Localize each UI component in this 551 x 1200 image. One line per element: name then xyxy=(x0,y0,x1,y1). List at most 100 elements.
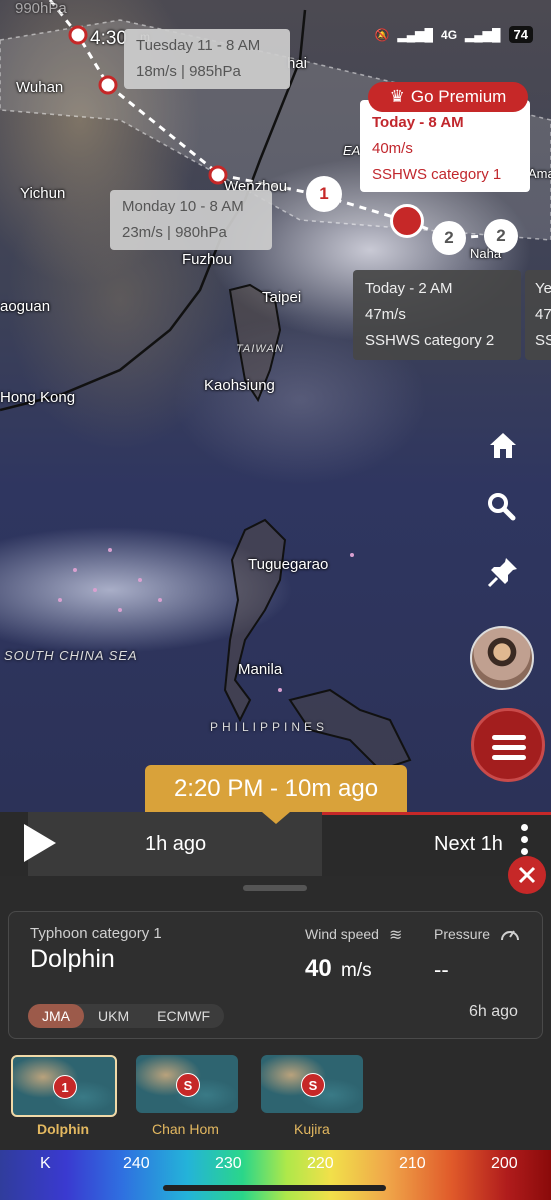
tooltip-today-8am-wind: 40m/s xyxy=(372,140,413,157)
storm-category-label: Typhoon category 1 xyxy=(30,925,162,942)
top-cut-text: 990hPa xyxy=(15,0,67,17)
home-button[interactable] xyxy=(486,428,528,470)
timeline-past-label: 1h ago xyxy=(145,833,207,855)
time-pointer xyxy=(262,812,290,824)
wind-icon: ≋ xyxy=(389,927,403,944)
model-tab-jma[interactable]: JMA xyxy=(28,1004,84,1028)
tooltip-yesterday: Ye 47 SS xyxy=(525,270,551,360)
legend-tick-210: 210 xyxy=(399,1155,426,1172)
region-taiwan: TAIWAN xyxy=(236,343,284,355)
close-button[interactable] xyxy=(508,856,546,894)
pressure-value: -- xyxy=(434,957,449,982)
home-icon xyxy=(490,433,516,458)
region-east-china-sea: EA xyxy=(343,143,361,158)
storm-badge-cat2-b[interactable]: 2 xyxy=(484,219,518,253)
city-fuzhou: Fuzhou xyxy=(182,251,233,268)
updated-time: 6h ago xyxy=(469,1003,518,1020)
pin-button[interactable] xyxy=(486,555,528,597)
more-options-icon[interactable] xyxy=(518,824,530,860)
model-tab-ecmwf[interactable]: ECMWF xyxy=(143,1004,224,1028)
storm-thumb-chan-hom[interactable]: S xyxy=(136,1055,238,1113)
model-selector: JMA UKM ECMWF xyxy=(28,1004,225,1028)
storm-current-position-icon[interactable] xyxy=(390,204,424,238)
city-taipei: Taipei xyxy=(262,289,302,306)
play-button[interactable] xyxy=(24,824,56,862)
legend-tick-230: 230 xyxy=(215,1155,242,1172)
storm-name-dolphin[interactable]: Dolphin xyxy=(37,1121,89,1137)
storm-name: Dolphin xyxy=(30,945,115,973)
pin-icon xyxy=(487,558,517,588)
tooltip-yesterday-title: Ye xyxy=(535,280,551,297)
region-philippines: PHILIPPINES xyxy=(210,720,329,734)
timeline-next-label: Next 1h xyxy=(434,833,503,855)
wind-speed-value: 40 xyxy=(305,955,332,982)
wind-speed-unit: m/s xyxy=(341,960,372,981)
sheet-drag-handle[interactable] xyxy=(243,885,307,891)
battery-level: 74 xyxy=(508,26,533,43)
current-time-label: 2:20 PM - 10m ago xyxy=(145,765,407,813)
tooltip-today-2am: Today - 2 AM 47m/s SSHWS category 2 xyxy=(353,270,521,360)
city-kaohsiung: Kaohsiung xyxy=(204,377,275,394)
temperature-legend: K 240 230 220 210 200 xyxy=(0,1150,551,1200)
network-type: 4G xyxy=(441,27,458,42)
legend-tick-200: 200 xyxy=(491,1155,518,1172)
tooltip-tuesday-detail: 18m/s | 985hPa xyxy=(136,63,241,80)
tooltip-today-2am-wind: 47m/s xyxy=(365,306,406,323)
search-icon xyxy=(488,493,516,521)
legend-unit: K xyxy=(40,1155,51,1172)
storm-badge-cat2-a[interactable]: 2 xyxy=(432,221,466,255)
tooltip-monday-title: Monday 10 - 8 AM xyxy=(122,198,244,215)
storm-badge-cat1[interactable]: 1 xyxy=(306,176,342,212)
go-premium-label: Go Premium xyxy=(410,87,507,106)
city-shaoguan: aoguan xyxy=(0,298,51,315)
gauge-icon xyxy=(501,930,519,941)
tooltip-yesterday-wind: 47 xyxy=(535,306,551,323)
weather-map[interactable]: 990hPa 4:30 m Wuhan Yichun aoguan Hong K… xyxy=(0,0,551,812)
tooltip-today-2am-category: SSHWS category 2 xyxy=(365,332,495,349)
tooltip-today-8am-title: Today - 8 AM xyxy=(372,114,464,131)
menu-icon-bar-1 xyxy=(492,735,526,740)
pressure-label: Pressure xyxy=(434,926,491,942)
thumb-badge-chan-hom: S xyxy=(176,1073,200,1097)
tooltip-today-8am-category: SSHWS category 1 xyxy=(372,166,502,183)
city-tuguegarao: Tuguegarao xyxy=(248,556,329,573)
storm-name-chan-hom[interactable]: Chan Hom xyxy=(152,1121,219,1137)
region-south-china-sea: SOUTH CHINA SEA xyxy=(4,648,138,663)
wind-speed-label: Wind speed xyxy=(305,926,379,942)
storm-name-kujira[interactable]: Kujira xyxy=(294,1121,330,1137)
city-amami: Ama xyxy=(528,166,551,181)
storm-thumb-kujira[interactable]: S xyxy=(261,1055,363,1113)
timeline-forecast-line xyxy=(322,812,551,815)
storm-thumb-dolphin[interactable]: 1 xyxy=(11,1055,117,1117)
menu-icon-bar-2 xyxy=(492,745,526,750)
signal-icon: ▂▄▆█ xyxy=(397,27,434,42)
go-premium-button[interactable]: ♛ Go Premium xyxy=(368,82,528,112)
city-shanghai: hai xyxy=(287,55,308,72)
tooltip-monday: Monday 10 - 8 AM 23m/s | 980hPa xyxy=(110,190,272,250)
tooltip-today-8am: Today - 8 AM 40m/s SSHWS category 1 xyxy=(360,100,530,192)
city-wuhan: Wuhan xyxy=(16,79,64,96)
time-marker: 4:30 xyxy=(90,28,127,49)
thumb-badge-dolphin: 1 xyxy=(53,1075,77,1099)
status-bar: 🔕 ▂▄▆█ 4G ▂▄▆█ 74 xyxy=(375,26,533,43)
search-button[interactable] xyxy=(486,491,528,533)
tooltip-tuesday: Tuesday 11 - 8 AM 18m/s | 985hPa xyxy=(124,29,290,89)
close-icon xyxy=(518,866,536,884)
crown-icon: ♛ xyxy=(389,87,405,106)
tooltip-monday-detail: 23m/s | 980hPa xyxy=(122,224,227,241)
model-tab-ukm[interactable]: UKM xyxy=(84,1004,143,1028)
city-hong-kong: Hong Kong xyxy=(0,389,76,406)
legend-tick-240: 240 xyxy=(123,1155,150,1172)
main-menu-button[interactable] xyxy=(471,708,545,782)
city-yichun: Yichun xyxy=(20,185,66,202)
user-avatar[interactable] xyxy=(470,626,534,690)
tooltip-tuesday-title: Tuesday 11 - 8 AM xyxy=(136,37,261,54)
signal-icon-2: ▂▄▆█ xyxy=(465,27,501,42)
legend-tick-220: 220 xyxy=(307,1155,334,1172)
thumb-badge-kujira: S xyxy=(301,1073,325,1097)
tooltip-yesterday-category: SS xyxy=(535,332,551,349)
city-manila: Manila xyxy=(238,661,283,678)
mute-bell-icon: 🔕 xyxy=(374,27,390,42)
home-indicator[interactable] xyxy=(163,1185,386,1191)
menu-icon-bar-3 xyxy=(492,755,526,760)
